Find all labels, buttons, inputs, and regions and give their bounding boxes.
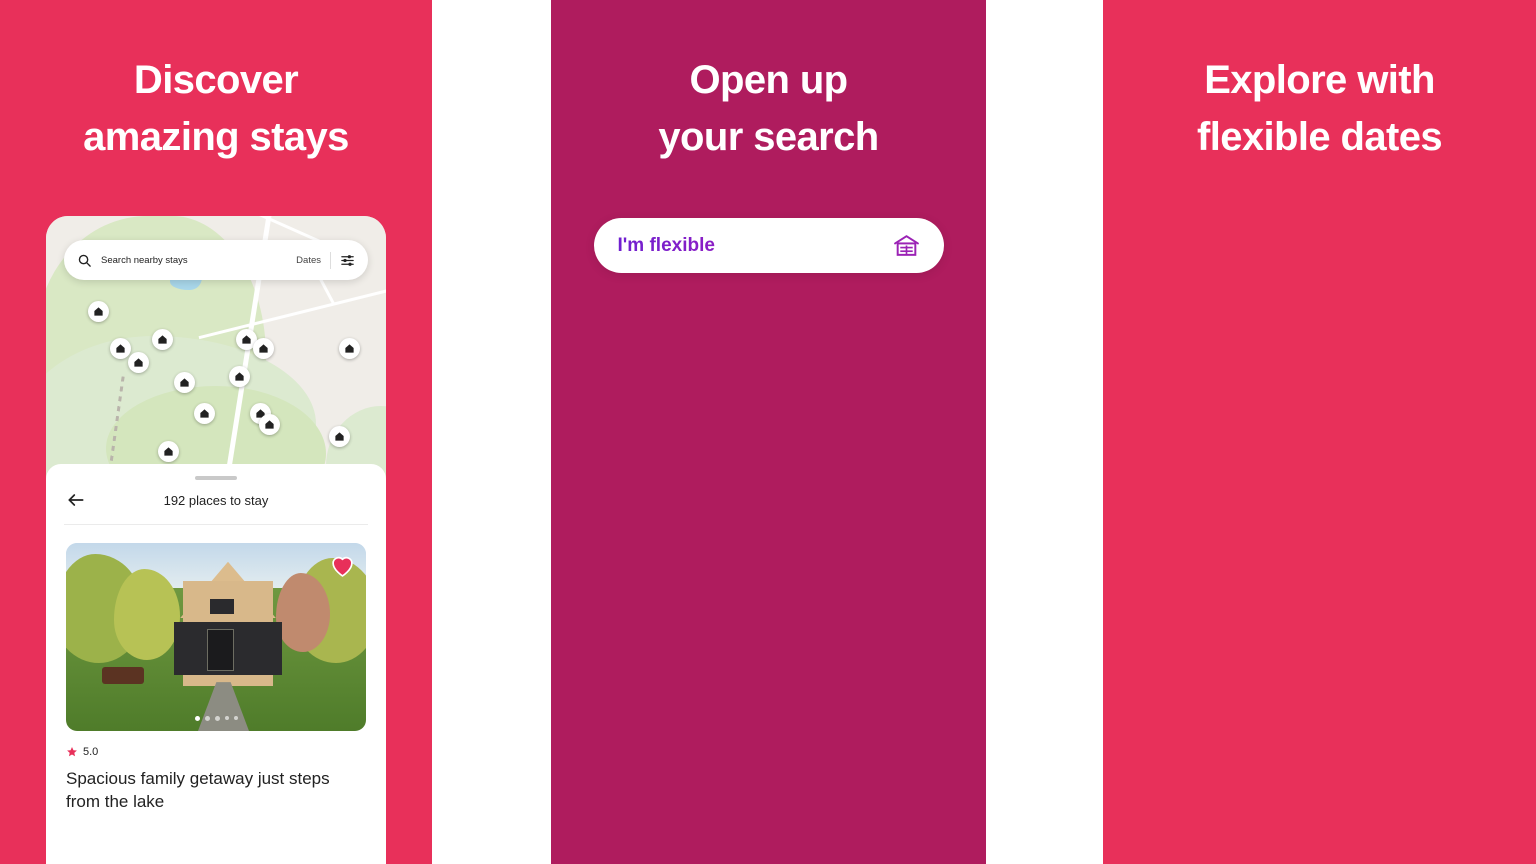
house-pin-icon xyxy=(335,432,344,441)
flexible-label: I'm flexible xyxy=(618,235,893,257)
listing-title: Spacious family getaway just steps from … xyxy=(66,769,330,812)
carousel-dot[interactable] xyxy=(233,716,238,720)
house-pin-icon xyxy=(94,307,103,316)
phone-mockup-discover: Search nearby stays Dates 192 places to … xyxy=(46,216,386,864)
panel-open-up: Open up your search This fall · 2 guests xyxy=(551,0,986,864)
filter-sliders-icon[interactable] xyxy=(340,253,355,268)
map-pin[interactable] xyxy=(253,338,274,359)
map-pin[interactable] xyxy=(259,414,280,435)
map-pin[interactable] xyxy=(158,441,179,462)
results-sheet: 192 places to stay 5.0 Spacious family g… xyxy=(46,464,386,864)
house-pin-icon xyxy=(116,344,125,353)
house-pin-icon xyxy=(242,335,251,344)
panel-discover: Discover amazing stays Search nearby sta… xyxy=(0,0,432,864)
house-pin-icon xyxy=(259,344,268,353)
rating: 5.0 xyxy=(66,746,366,758)
map-pin[interactable] xyxy=(152,329,173,350)
headline-line-1: Open up xyxy=(689,58,848,102)
map-pin[interactable] xyxy=(229,366,250,387)
map-pin[interactable] xyxy=(329,426,350,447)
rating-value: 5.0 xyxy=(83,746,99,758)
map-pin[interactable] xyxy=(174,372,195,393)
panel-open-up-headline: Open up your search xyxy=(551,52,986,166)
carousel-dot[interactable] xyxy=(194,716,200,721)
house-pin-icon xyxy=(345,344,354,353)
search-input[interactable]: Search nearby stays xyxy=(101,255,296,266)
carousel-dot[interactable] xyxy=(214,716,220,721)
house-pin-icon xyxy=(134,358,143,367)
dates-button[interactable]: Dates xyxy=(296,255,321,266)
map-pin[interactable] xyxy=(128,352,149,373)
hot-tub xyxy=(102,667,144,684)
sheet-header: 192 places to stay xyxy=(46,480,386,524)
back-arrow-icon[interactable] xyxy=(66,490,86,510)
listing-card[interactable]: 5.0 Spacious family getaway just steps f… xyxy=(46,525,386,813)
flexible-search-pill[interactable]: I'm flexible xyxy=(593,218,944,273)
headline-line-1: Discover xyxy=(133,58,299,102)
headline-line-2: your search xyxy=(658,114,879,159)
carousel-dot[interactable] xyxy=(204,716,210,721)
tree xyxy=(276,573,330,653)
map-pin[interactable] xyxy=(194,403,215,424)
cabin-door xyxy=(207,629,234,671)
house-pin-icon xyxy=(235,372,244,381)
divider xyxy=(330,251,331,269)
carousel-dots xyxy=(66,716,366,721)
sheet-title: 192 places to stay xyxy=(163,492,269,508)
panel-gutter xyxy=(986,0,1103,864)
tree xyxy=(114,569,180,660)
listing-photo[interactable] xyxy=(66,543,366,731)
map-pin[interactable] xyxy=(110,338,131,359)
cabin-image xyxy=(66,543,366,731)
house-pin-icon xyxy=(200,409,209,418)
panel-discover-headline: Discover amazing stays xyxy=(0,52,432,166)
headline-line-1: Explore with xyxy=(1204,58,1435,102)
star-icon xyxy=(67,747,77,757)
cabin-path xyxy=(198,682,249,731)
headline-line-2: flexible dates xyxy=(1196,114,1443,159)
panel-explore-headline: Explore with flexible dates xyxy=(1103,52,1536,166)
house-pin-icon xyxy=(180,378,189,387)
house-pin-icon xyxy=(265,420,274,429)
screenshot-stage: Discover amazing stays Search nearby sta… xyxy=(0,0,1536,864)
house-pin-icon xyxy=(158,335,167,344)
map-pin[interactable] xyxy=(88,301,109,322)
panel-explore: Explore with flexible dates When do you … xyxy=(1103,0,1536,864)
search-icon xyxy=(78,254,91,267)
house-pin-icon xyxy=(164,447,173,456)
carousel-dot[interactable] xyxy=(224,716,229,720)
search-bar[interactable]: Search nearby stays Dates xyxy=(64,240,368,280)
barn-house-icon xyxy=(893,235,919,256)
cabin-window xyxy=(210,599,234,615)
panel-gutter xyxy=(432,0,551,864)
heart-filled-icon[interactable] xyxy=(330,554,355,577)
headline-line-2: amazing stays xyxy=(83,114,349,159)
map-pin[interactable] xyxy=(339,338,360,359)
